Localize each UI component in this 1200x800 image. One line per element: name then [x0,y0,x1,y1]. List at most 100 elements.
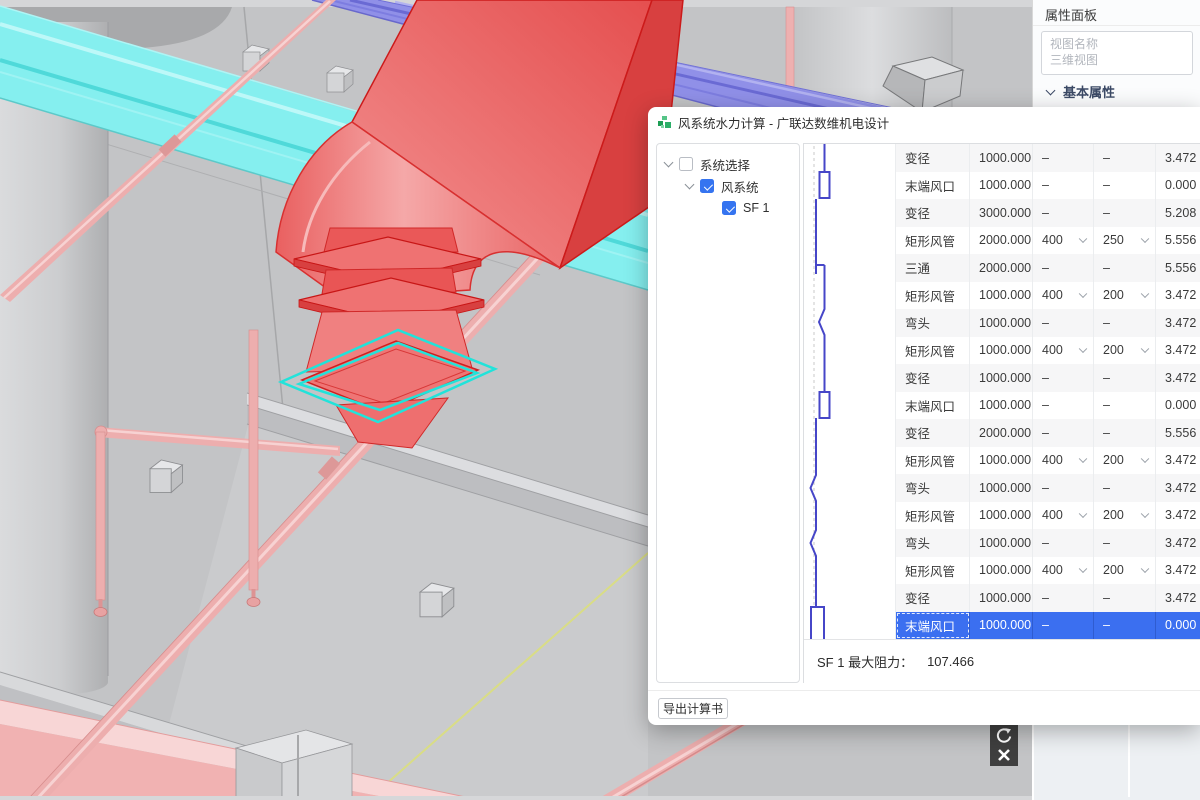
table-row[interactable]: 矩形风管1000.0004002003.472 [804,337,1200,365]
table-cell[interactable]: 1000.000 [970,502,1033,530]
table-cell[interactable]: 3.472 [1156,529,1200,557]
table-cell[interactable]: 250 [1094,227,1156,255]
chevron-down-icon[interactable] [664,158,674,168]
table-row[interactable]: 末端风口1000.000––0.000 [804,612,1200,640]
table-cell[interactable]: – [1033,144,1094,172]
table-row[interactable]: 变径1000.000––3.472 [804,364,1200,392]
table-cell[interactable]: 400 [1033,502,1094,530]
tree-item-system-select[interactable]: 系统选择 [665,154,750,174]
table-cell[interactable]: – [1033,584,1094,612]
table-cell[interactable]: – [1094,392,1156,420]
table-cell[interactable]: 弯头 [896,309,970,337]
table-cell[interactable]: – [1033,612,1094,640]
table-cell[interactable]: 5.208 [1156,199,1200,227]
basic-properties-section[interactable]: 基本属性 [1047,82,1115,101]
table-row[interactable]: 矩形风管2000.0004002505.556 [804,227,1200,255]
export-report-button[interactable]: 导出计算书 [658,698,728,719]
table-cell[interactable]: 1000.000 [970,309,1033,337]
chevron-down-icon[interactable] [1079,565,1087,573]
table-cell[interactable]: – [1033,392,1094,420]
table-cell[interactable]: 3.472 [1156,557,1200,585]
table-cell[interactable]: 1000.000 [970,557,1033,585]
table-cell[interactable]: 400 [1033,227,1094,255]
chevron-down-icon[interactable] [1141,235,1149,243]
table-cell[interactable]: 1000.000 [970,172,1033,200]
table-cell[interactable]: 3.472 [1156,282,1200,310]
table-cell[interactable]: 1000.000 [970,392,1033,420]
table-cell[interactable]: – [1094,144,1156,172]
table-cell[interactable]: 3.472 [1156,309,1200,337]
checkbox-air-system[interactable] [700,179,714,193]
table-cell[interactable]: 0.000 [1156,392,1200,420]
table-cell[interactable]: 1000.000 [970,584,1033,612]
view-name-field[interactable]: 视图名称 三维视图 [1041,31,1193,75]
table-cell[interactable]: 1000.000 [970,282,1033,310]
table-cell[interactable]: 3.472 [1156,447,1200,475]
checkbox-system-select[interactable] [679,157,693,171]
table-cell[interactable]: 2000.000 [970,254,1033,282]
table-cell[interactable]: – [1033,529,1094,557]
table-cell[interactable]: – [1094,309,1156,337]
table-row[interactable]: 变径3000.000––5.208 [804,199,1200,227]
table-cell[interactable]: 2000.000 [970,227,1033,255]
table-cell[interactable]: 三通 [896,254,970,282]
table-cell[interactable]: 1000.000 [970,144,1033,172]
table-row[interactable]: 变径2000.000––5.556 [804,419,1200,447]
table-cell[interactable]: 3.472 [1156,144,1200,172]
table-cell[interactable]: 2000.000 [970,419,1033,447]
table-row[interactable]: 变径1000.000––3.472 [804,144,1200,172]
table-row[interactable]: 弯头1000.000––3.472 [804,474,1200,502]
table-cell[interactable]: 矩形风管 [896,282,970,310]
table-cell[interactable]: 弯头 [896,529,970,557]
table-cell[interactable]: 矩形风管 [896,502,970,530]
table-cell[interactable]: 5.556 [1156,254,1200,282]
table-cell[interactable]: 1000.000 [970,612,1033,640]
table-cell[interactable]: – [1033,254,1094,282]
table-cell[interactable]: 3.472 [1156,337,1200,365]
table-row[interactable]: 矩形风管1000.0004002003.472 [804,502,1200,530]
table-cell[interactable]: – [1094,364,1156,392]
chevron-down-icon[interactable] [1141,510,1149,518]
table-row[interactable]: 三通2000.000––5.556 [804,254,1200,282]
tree-item-sf1[interactable]: SF 1 [722,198,769,218]
table-cell[interactable]: 200 [1094,282,1156,310]
table-row[interactable]: 弯头1000.000––3.472 [804,309,1200,337]
table-cell[interactable]: 200 [1094,447,1156,475]
table-cell[interactable]: – [1094,584,1156,612]
table-cell[interactable]: 200 [1094,337,1156,365]
table-cell[interactable]: 1000.000 [970,529,1033,557]
table-row[interactable]: 矩形风管1000.0004002003.472 [804,282,1200,310]
table-cell[interactable]: 200 [1094,502,1156,530]
table-cell[interactable]: 3.472 [1156,502,1200,530]
table-cell[interactable]: – [1033,199,1094,227]
table-cell[interactable]: 400 [1033,337,1094,365]
table-cell[interactable]: 3.472 [1156,364,1200,392]
table-cell[interactable]: 弯头 [896,474,970,502]
table-cell[interactable]: 0.000 [1156,612,1200,640]
table-cell[interactable]: 5.556 [1156,419,1200,447]
table-cell[interactable]: 末端风口 [896,172,970,200]
table-cell[interactable]: 变径 [896,419,970,447]
table-cell[interactable]: 矩形风管 [896,337,970,365]
table-cell[interactable]: 0.000 [1156,172,1200,200]
table-cell[interactable]: 变径 [896,199,970,227]
table-row[interactable]: 末端风口1000.000––0.000 [804,172,1200,200]
table-cell[interactable]: 400 [1033,557,1094,585]
table-cell[interactable]: – [1033,172,1094,200]
chevron-down-icon[interactable] [1079,455,1087,463]
chevron-down-icon[interactable] [1079,290,1087,298]
table-cell[interactable]: – [1033,474,1094,502]
table-row[interactable]: 矩形风管1000.0004002003.472 [804,557,1200,585]
table-cell[interactable]: 1000.000 [970,364,1033,392]
table-row[interactable]: 变径1000.000––3.472 [804,584,1200,612]
table-cell[interactable]: 200 [1094,557,1156,585]
table-cell[interactable]: – [1094,199,1156,227]
table-cell[interactable]: – [1094,419,1156,447]
table-cell[interactable]: – [1094,474,1156,502]
chevron-down-icon[interactable] [1141,455,1149,463]
table-cell[interactable]: 3000.000 [970,199,1033,227]
checkbox-sf1[interactable] [722,201,736,215]
chevron-down-icon[interactable] [1141,345,1149,353]
table-cell[interactable]: – [1033,364,1094,392]
rotate-view-icon[interactable] [995,727,1013,745]
